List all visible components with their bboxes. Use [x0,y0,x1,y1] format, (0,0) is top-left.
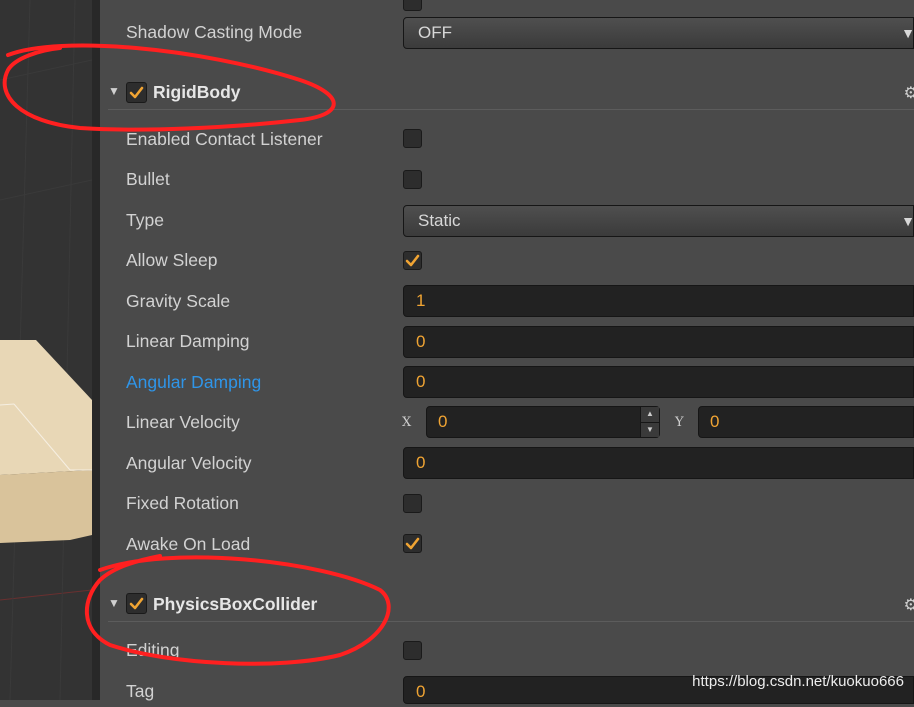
annotation-circle-box-collider [85,554,391,666]
annotation-overlay [2,43,391,666]
annotation-circle-rigidbody [2,43,336,132]
watermark: https://blog.csdn.net/kuokuo666 [692,673,904,690]
